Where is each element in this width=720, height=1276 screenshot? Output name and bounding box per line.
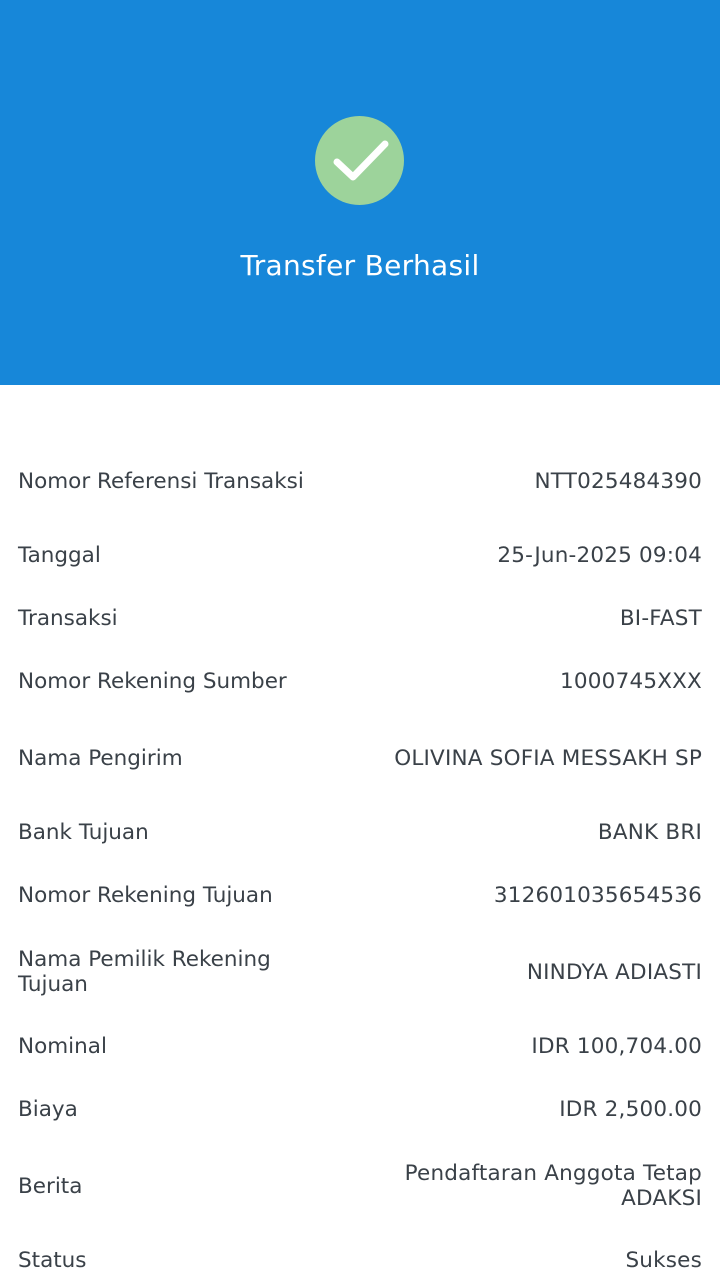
detail-value: IDR 100,704.00 xyxy=(531,1033,702,1059)
detail-value: NINDYA ADIASTI xyxy=(526,959,702,985)
detail-row-recipient-name: Nama Pemilik Rekening Tujuan NINDYA ADIA… xyxy=(18,944,702,1000)
detail-label: Status xyxy=(18,1247,87,1273)
detail-label: Berita xyxy=(18,1173,83,1199)
detail-label: Nomor Referensi Transaksi xyxy=(18,468,304,494)
detail-row-destination-bank: Bank Tujuan BANK BRI xyxy=(18,818,702,846)
detail-label: Nominal xyxy=(18,1033,107,1059)
detail-row-reference: Nomor Referensi Transaksi NTT025484390 xyxy=(18,453,702,509)
detail-label: Bank Tujuan xyxy=(18,819,149,845)
detail-value: NTT025484390 xyxy=(534,468,702,494)
detail-value: IDR 2,500.00 xyxy=(559,1096,702,1122)
detail-value: BI-FAST xyxy=(619,605,702,631)
detail-value: 312601035654536 xyxy=(493,882,702,908)
detail-row-date: Tanggal 25-Jun-2025 09:04 xyxy=(18,541,702,569)
detail-label: Nama Pengirim xyxy=(18,745,183,771)
detail-row-destination-account: Nomor Rekening Tujuan 312601035654536 xyxy=(18,881,702,909)
detail-value: 1000745XXX xyxy=(560,668,702,694)
detail-row-amount: Nominal IDR 100,704.00 xyxy=(18,1032,702,1060)
detail-row-message: Berita Pendaftaran Anggota Tetap ADAKSI xyxy=(18,1158,702,1214)
detail-value: OLIVINA SOFIA MESSAKH SP xyxy=(394,745,702,771)
detail-row-sender-name: Nama Pengirim OLIVINA SOFIA MESSAKH SP xyxy=(18,730,702,786)
detail-label: Biaya xyxy=(18,1096,78,1122)
page-title: Transfer Berhasil xyxy=(240,249,480,282)
detail-value: Pendaftaran Anggota Tetap ADAKSI xyxy=(404,1161,702,1211)
status-value: Sukses xyxy=(625,1247,702,1273)
check-circle-icon xyxy=(315,116,404,205)
detail-row-source-account: Nomor Rekening Sumber 1000745XXX xyxy=(18,667,702,695)
detail-row-transaction: Transaksi BI-FAST xyxy=(18,604,702,632)
detail-label: Nomor Rekening Sumber xyxy=(18,668,287,694)
detail-row-fee: Biaya IDR 2,500.00 xyxy=(18,1095,702,1123)
success-header: Transfer Berhasil xyxy=(0,0,720,385)
detail-label: Nomor Rekening Tujuan xyxy=(18,882,273,908)
detail-value: 25-Jun-2025 09:04 xyxy=(497,542,702,568)
detail-label: Transaksi xyxy=(18,605,118,631)
detail-value: BANK BRI xyxy=(597,819,702,845)
detail-label: Tanggal xyxy=(18,542,101,568)
detail-label: Nama Pemilik Rekening Tujuan xyxy=(18,947,271,997)
detail-row-status: Status Sukses xyxy=(18,1246,702,1274)
